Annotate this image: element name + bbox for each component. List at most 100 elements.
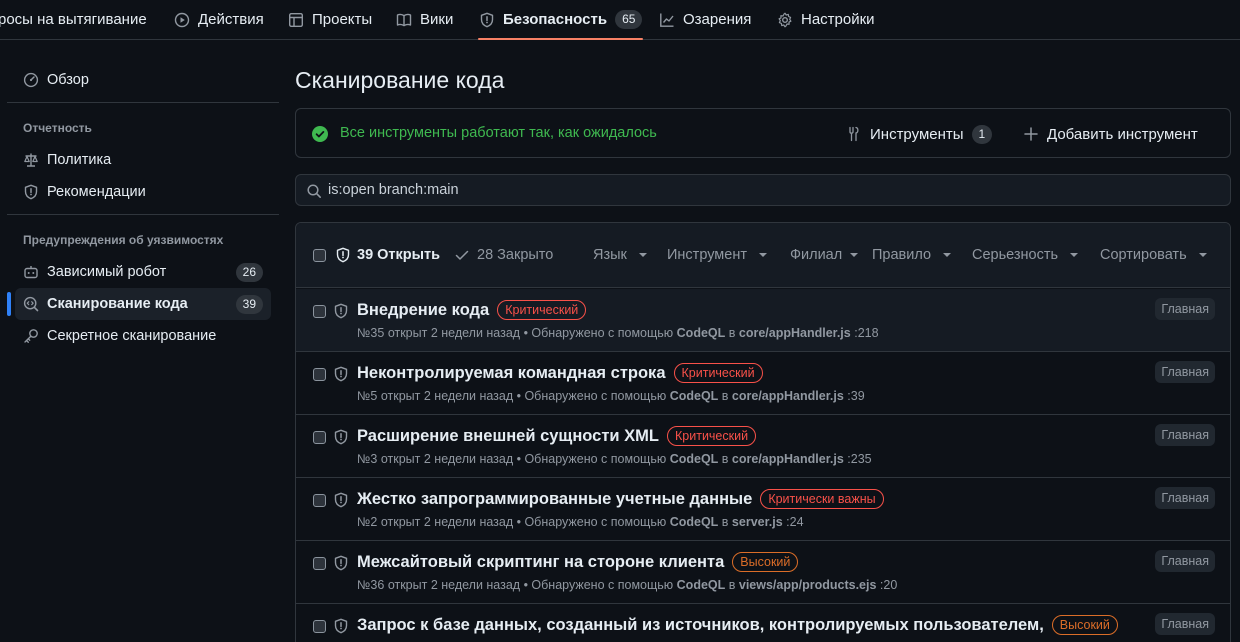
alert-title[interactable]: Неконтролируемая командная строка xyxy=(357,364,666,383)
alert-opened: открыт 2 недели назад • Обнаружено с пом… xyxy=(380,452,667,466)
filter-sort[interactable]: Сортировать xyxy=(1100,247,1207,263)
open-count-label: 39 Открыть xyxy=(357,247,441,263)
branch-label: Главная xyxy=(1155,613,1215,635)
tab-actions[interactable]: Действия xyxy=(174,0,264,39)
alert-number: №5 xyxy=(357,389,378,403)
alert-opened: открыт 2 недели назад • Обнаружено с пом… xyxy=(387,578,674,592)
alert-file[interactable]: views/app/products.ejs xyxy=(739,578,877,592)
dependabot-count-badge: 26 xyxy=(235,262,263,282)
filter-label: Правило xyxy=(872,247,932,263)
alert-tool: CodeQL xyxy=(669,452,719,466)
tab-pull-requests[interactable]: росы на вытягивание xyxy=(0,0,147,39)
alert-file[interactable]: server.js xyxy=(732,515,783,529)
alert-opened: открыт 2 недели назад • Обнаружено с пом… xyxy=(387,326,674,340)
branch-label: Главная xyxy=(1155,550,1215,572)
sidebar-item-dependabot[interactable]: Зависимый робот 26 xyxy=(15,256,271,288)
table-row[interactable]: Запрос к базе данных, созданный из источ… xyxy=(296,604,1230,642)
tab-label: Безопасность xyxy=(503,11,608,28)
shield-icon xyxy=(334,618,348,634)
alert-title[interactable]: Расширение внешней сущности XML xyxy=(357,427,659,446)
shield-icon xyxy=(334,492,348,508)
alert-title[interactable]: Внедрение кода xyxy=(357,301,489,320)
row-checkbox[interactable] xyxy=(313,557,326,570)
table-row[interactable]: Неконтролируемая командная строка Критич… xyxy=(296,352,1230,415)
row-checkbox[interactable] xyxy=(313,494,326,507)
chevron-down-icon xyxy=(1198,253,1207,257)
tab-projects[interactable]: Проекты xyxy=(288,0,372,39)
tab-security[interactable]: Безопасность 65 xyxy=(477,0,644,40)
add-tool-button[interactable]: Добавить инструмент xyxy=(1023,122,1198,146)
table-row[interactable]: Внедрение кода Критический №35 открыт 2 … xyxy=(296,289,1230,352)
check-circle-icon xyxy=(312,126,328,142)
alert-number: №2 xyxy=(357,515,378,529)
search-input[interactable] xyxy=(328,175,1208,205)
alert-opened: открыт 2 недели назад • Обнаружено с пом… xyxy=(380,515,667,529)
severity-badge: Высокий xyxy=(1051,615,1118,635)
alert-file[interactable]: core/appHandler.js xyxy=(739,326,851,340)
alert-in: в xyxy=(721,452,729,466)
sidebar-item-code-scanning[interactable]: Сканирование кода 39 xyxy=(15,288,271,320)
tab-insights[interactable]: Озарения xyxy=(659,0,751,39)
branch-label: Главная xyxy=(1155,298,1215,320)
severity-badge: Критический xyxy=(673,363,763,383)
tools-status-panel: Все инструменты работают так, как ожидал… xyxy=(295,108,1231,158)
alert-title[interactable]: Жестко запрограммированные учетные данны… xyxy=(357,490,752,509)
chevron-down-icon xyxy=(943,253,952,257)
alert-line: :218 xyxy=(854,326,879,340)
alert-line: :24 xyxy=(786,515,804,529)
alert-title[interactable]: Межсайтовый скриптинг на стороне клиента xyxy=(357,553,724,572)
table-icon xyxy=(289,12,304,27)
tab-label: Вики xyxy=(420,11,454,28)
alert-meta: №3 открыт 2 недели назад • Обнаружено с … xyxy=(357,452,872,466)
alert-title[interactable]: Запрос к базе данных, созданный из источ… xyxy=(357,616,1044,635)
severity-badge: Высокий xyxy=(732,552,799,572)
alert-file[interactable]: core/appHandler.js xyxy=(732,452,844,466)
filter-branch[interactable]: Филиал xyxy=(790,247,859,263)
row-checkbox[interactable] xyxy=(313,305,326,318)
severity-badge: Критический xyxy=(497,300,587,320)
sidebar-item-overview[interactable]: Обзор xyxy=(15,64,271,96)
select-all-checkbox[interactable] xyxy=(313,249,326,262)
filter-language[interactable]: Язык xyxy=(593,247,647,263)
closed-filter[interactable]: 28 Закрыто xyxy=(454,247,553,263)
alert-meta: №35 открыт 2 недели назад • Обнаружено с… xyxy=(357,326,879,340)
check-icon xyxy=(455,250,469,260)
row-checkbox[interactable] xyxy=(313,368,326,381)
code-scanning-count-badge: 39 xyxy=(235,294,263,314)
alert-meta: №36 открыт 2 недели назад • Обнаружено с… xyxy=(357,578,897,592)
row-checkbox[interactable] xyxy=(313,620,326,633)
table-row[interactable]: Межсайтовый скриптинг на стороне клиента… xyxy=(296,541,1230,604)
sidebar-item-policy[interactable]: Политика xyxy=(15,144,271,176)
table-row[interactable]: Расширение внешней сущности XML Критичес… xyxy=(296,415,1230,478)
filter-label: Инструмент xyxy=(667,247,747,263)
add-tool-label: Добавить инструмент xyxy=(1047,125,1198,143)
row-checkbox[interactable] xyxy=(313,431,326,444)
robot-icon xyxy=(24,266,38,279)
filter-severity[interactable]: Серьезность xyxy=(972,247,1079,263)
alert-line: :20 xyxy=(879,578,898,592)
tools-button[interactable]: Инструменты 1 xyxy=(846,122,993,146)
search-bar[interactable] xyxy=(295,174,1231,206)
alert-tool: CodeQL xyxy=(669,515,719,529)
closed-count-label: 28 Закрыто xyxy=(477,247,554,263)
sidebar-heading-reporting: Отчетность xyxy=(23,121,92,135)
tools-icon xyxy=(849,126,859,142)
sidebar-item-label: Секретное сканирование xyxy=(47,328,217,344)
sidebar-item-advisories[interactable]: Рекомендации xyxy=(15,176,271,208)
branch-label: Главная xyxy=(1155,424,1215,446)
sidebar-item-secret-scanning[interactable]: Секретное сканирование xyxy=(15,320,271,352)
meter-icon xyxy=(23,72,39,88)
shield-icon xyxy=(480,12,494,27)
tab-settings[interactable]: Настройки xyxy=(777,0,875,39)
open-filter[interactable]: 39 Открыть xyxy=(335,247,440,263)
shield-icon xyxy=(334,555,348,571)
table-row[interactable]: Жестко запрограммированные учетные данны… xyxy=(296,478,1230,541)
tab-wiki[interactable]: Вики xyxy=(396,0,453,39)
play-icon xyxy=(174,12,190,27)
alert-file[interactable]: core/appHandler.js xyxy=(732,389,844,403)
alert-meta: №5 открыт 2 недели назад • Обнаружено с … xyxy=(357,389,865,403)
filter-tool[interactable]: Инструмент xyxy=(667,247,767,263)
search-icon xyxy=(307,184,321,198)
filter-rule[interactable]: Правило xyxy=(872,247,952,263)
tab-label: Озарения xyxy=(683,11,752,28)
